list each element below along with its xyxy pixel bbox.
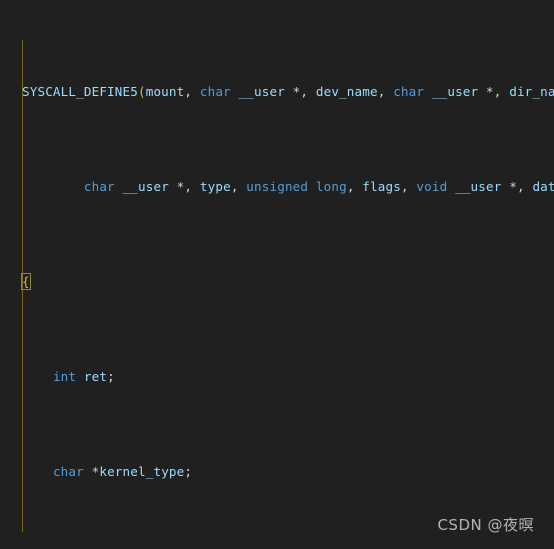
token-semicolon: ; — [107, 369, 115, 384]
token-open-paren: ( — [137, 84, 146, 99]
token-keyword: char — [83, 179, 115, 194]
token-keyword: void — [416, 179, 448, 194]
token-comma: , — [516, 179, 533, 194]
token-semicolon: ; — [184, 464, 193, 479]
token-keyword: char — [199, 84, 231, 99]
token-comma: , — [377, 84, 394, 99]
token-keyword: char — [393, 84, 425, 99]
token-star: * — [168, 179, 185, 194]
code-content[interactable]: SYSCALL_DEFINE5(mount, char __user *, de… — [0, 0, 554, 549]
token-arg: mount — [145, 84, 185, 99]
code-line-4[interactable]: int ret; — [0, 367, 554, 386]
watermark: CSDN @夜暝 — [437, 516, 534, 534]
token-star: * — [478, 84, 494, 99]
code-editor[interactable]: SYSCALL_DEFINE5(mount, char __user *, de… — [0, 0, 554, 549]
token-star: * — [284, 84, 301, 99]
token-user-macro: __user — [122, 179, 169, 194]
token-comma: , — [346, 179, 363, 194]
code-line-1[interactable]: SYSCALL_DEFINE5(mount, char __user *, de… — [0, 82, 554, 101]
token-arg: data — [532, 179, 554, 194]
token-arg: dev_name — [315, 84, 378, 99]
token-variable: ret — [83, 369, 108, 384]
code-line-5[interactable]: char *kernel_type; — [0, 462, 554, 481]
token-comma: , — [184, 179, 200, 194]
token-keyword: int — [52, 369, 77, 384]
token-arg: type — [199, 179, 231, 194]
token-variable: kernel_type — [99, 464, 185, 479]
token-user-macro: __user — [238, 84, 285, 99]
token-comma: , — [184, 84, 200, 99]
token-star: * — [83, 464, 100, 479]
token-comma: , — [300, 84, 316, 99]
token-open-brace-matched: { — [21, 273, 31, 290]
token-function-name: SYSCALL_DEFINE5 — [22, 84, 138, 99]
token-comma: , — [493, 84, 510, 99]
code-line-2[interactable]: char __user *, type, unsigned long, flag… — [0, 177, 554, 196]
code-line-3[interactable]: { — [0, 272, 554, 291]
token-comma: , — [230, 179, 247, 194]
token-user-macro: __user — [431, 84, 479, 99]
token-star: * — [501, 179, 517, 194]
token-arg: dir_name — [509, 84, 554, 99]
token-keyword: unsigned — [246, 179, 309, 194]
token-arg: flags — [362, 179, 401, 194]
token-keyword: char — [52, 464, 84, 479]
token-user-macro: __user — [455, 179, 502, 194]
token-keyword: long — [315, 179, 347, 194]
token-comma: , — [400, 179, 417, 194]
